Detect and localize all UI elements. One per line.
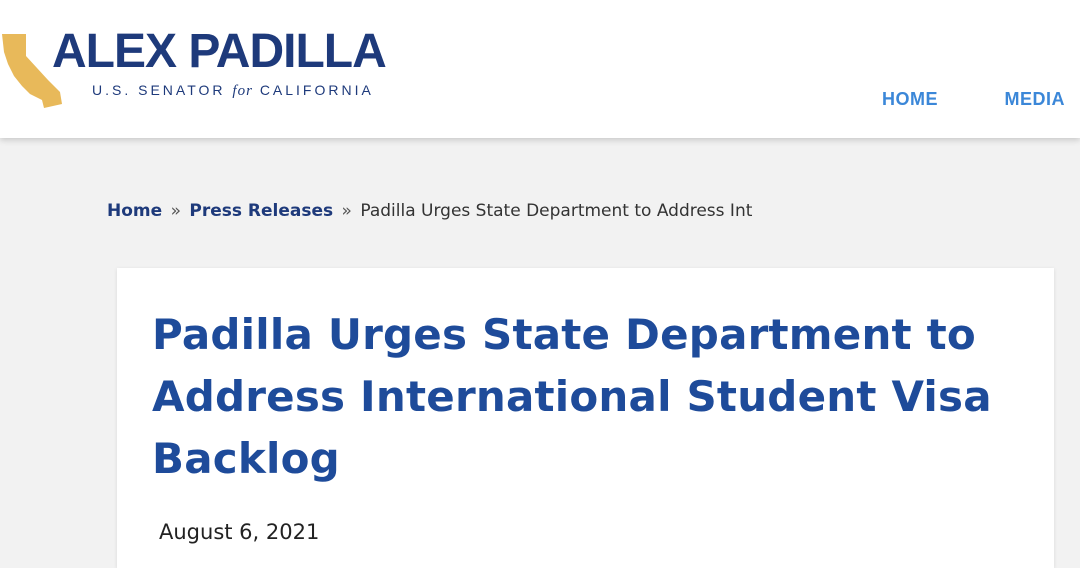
site-logo[interactable]: ALEX PADILLA U.S. SENATOR for CALIFORNIA <box>0 0 400 130</box>
article-date: August 6, 2021 <box>159 520 320 544</box>
breadcrumb-separator: » <box>170 201 181 221</box>
article-card: Padilla Urges State Department to Addres… <box>117 268 1054 568</box>
nav-home[interactable]: HOME <box>882 88 938 110</box>
logo-subtitle: U.S. SENATOR for CALIFORNIA <box>92 80 374 101</box>
logo-subtitle-pre: U.S. SENATOR <box>92 82 226 98</box>
breadcrumb-press-releases-link[interactable]: Press Releases <box>189 201 333 221</box>
nav-media[interactable]: MEDIA <box>1004 88 1065 110</box>
breadcrumb-home-link[interactable]: Home <box>107 201 162 221</box>
article-title: Padilla Urges State Department to Addres… <box>152 310 992 483</box>
breadcrumb-separator: » <box>341 201 352 221</box>
breadcrumb-current: Padilla Urges State Department to Addres… <box>360 201 753 221</box>
logo-subtitle-for: for <box>232 83 253 99</box>
site-header: ALEX PADILLA U.S. SENATOR for CALIFORNIA… <box>0 0 1080 138</box>
breadcrumb: Home » Press Releases » Padilla Urges St… <box>107 200 752 222</box>
logo-name: ALEX PADILLA <box>52 25 387 78</box>
main-nav: HOME MEDIA <box>882 88 1080 110</box>
logo-subtitle-post: CALIFORNIA <box>259 82 374 98</box>
